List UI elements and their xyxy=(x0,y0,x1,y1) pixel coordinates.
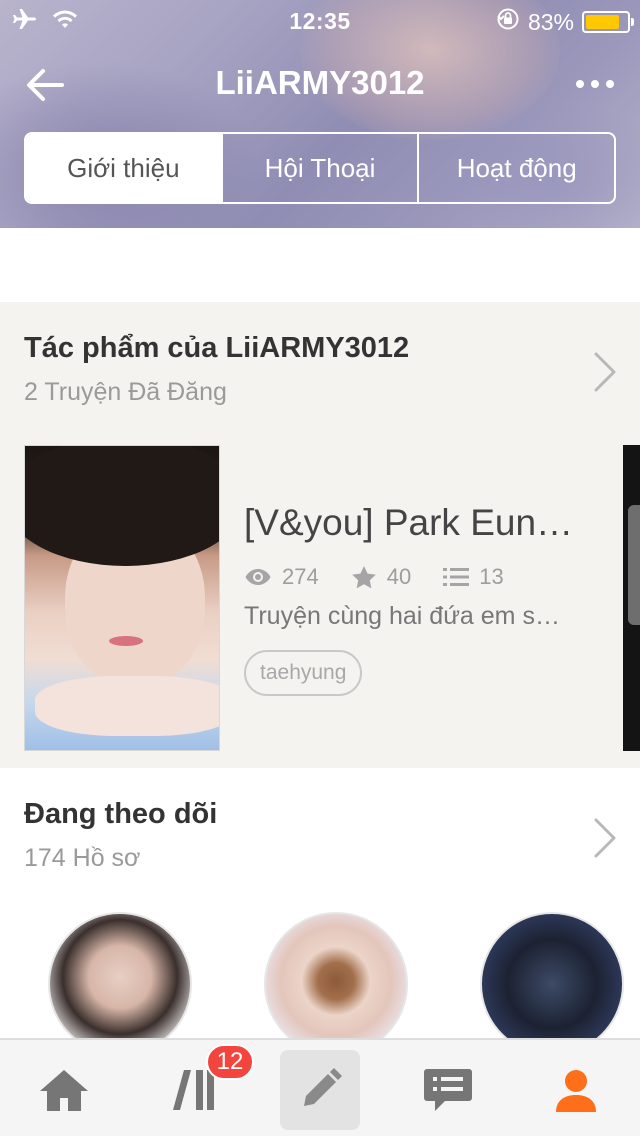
story-description: Truyện cùng hai đứa em s… xyxy=(244,602,560,630)
star-icon xyxy=(351,565,377,589)
home-icon[interactable] xyxy=(24,1050,104,1130)
next-story-cover[interactable] xyxy=(623,445,640,751)
avatar[interactable] xyxy=(480,912,624,1056)
bottom-tab-bar xyxy=(0,1038,640,1136)
avatar[interactable] xyxy=(264,912,408,1056)
messages-icon[interactable] xyxy=(408,1050,488,1130)
tab-hoi-thoai[interactable]: Hội Thoại xyxy=(220,134,418,202)
story-title[interactable]: [V&you] Park Eun… xyxy=(244,502,573,544)
parts-count: 13 xyxy=(479,564,504,589)
story-stats: 274 40 13 xyxy=(244,564,536,590)
chevron-right-icon[interactable] xyxy=(592,816,618,860)
works-count: 2 Truyện Đã Đăng xyxy=(24,378,227,406)
battery-percent: 83% xyxy=(527,8,574,35)
story-tag[interactable]: taehyung xyxy=(244,650,363,696)
works-title[interactable]: Tác phẩm của LiiARMY3012 xyxy=(24,332,409,365)
eye-icon xyxy=(244,567,272,587)
reads-count: 274 xyxy=(282,564,319,589)
tab-hoat-dong[interactable]: Hoạt động xyxy=(417,134,614,202)
chevron-right-icon[interactable] xyxy=(592,350,618,394)
story-cover[interactable] xyxy=(24,445,220,751)
library-badge: 12 xyxy=(206,1044,254,1080)
tab-gioi-thieu[interactable]: Giới thiệu xyxy=(26,134,221,202)
rotation-lock-icon xyxy=(496,7,520,37)
votes-count: 40 xyxy=(386,564,412,589)
following-count: 174 Hồ sơ xyxy=(24,844,141,872)
profile-tabs: Giới thiệu Hội Thoại Hoạt động xyxy=(24,132,616,204)
write-icon[interactable] xyxy=(280,1050,360,1130)
status-bar: 12:35 83% xyxy=(0,0,640,40)
avatar[interactable] xyxy=(48,912,192,1056)
profile-icon[interactable] xyxy=(536,1050,616,1130)
profile-username: LiiARMY3012 xyxy=(215,64,425,101)
nav-bar: LiiARMY3012 xyxy=(0,56,640,112)
works-section: Tác phẩm của LiiARMY3012 2 Truyện Đã Đăn… xyxy=(0,302,640,768)
more-icon[interactable] xyxy=(576,80,614,88)
battery-icon xyxy=(582,11,634,33)
following-section: Đang theo dõi 174 Hồ sơ xyxy=(0,768,640,1056)
list-icon xyxy=(443,566,470,588)
following-title[interactable]: Đang theo dõi xyxy=(24,798,217,831)
profile-header: 12:35 83% LiiARMY3012 Giới thiệu Hội Tho… xyxy=(0,0,640,228)
